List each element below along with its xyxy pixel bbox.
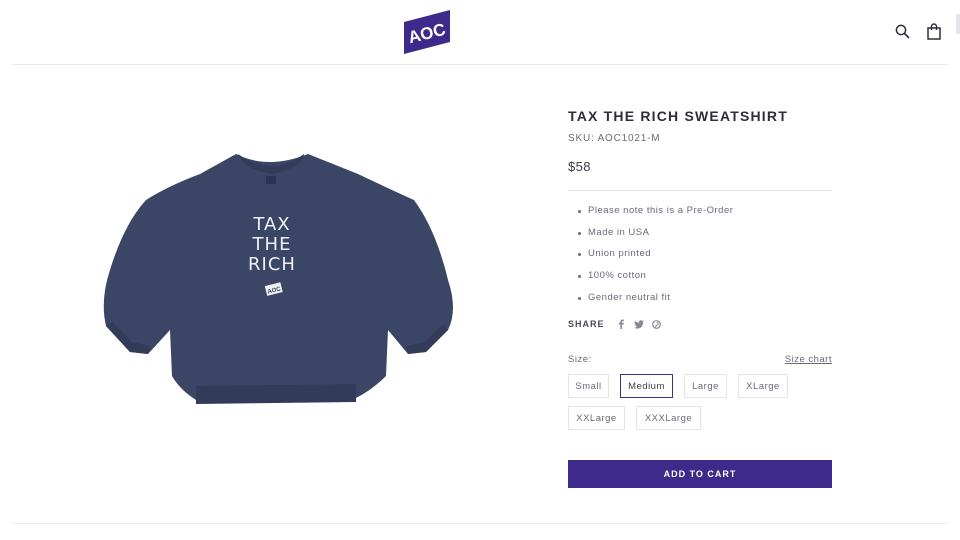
graphic-line: TAX — [252, 214, 290, 235]
add-to-cart-button[interactable]: ADD TO CART — [568, 460, 832, 488]
product-price: $58 — [568, 159, 591, 174]
bag-icon[interactable] — [926, 22, 942, 40]
size-option-xlarge[interactable]: XLarge — [738, 374, 788, 399]
graphic-line: THE — [252, 234, 292, 255]
size-chart-link[interactable]: Size chart — [785, 354, 832, 366]
feature-item: Gender neutral fit — [578, 292, 832, 314]
pinterest-icon[interactable] — [651, 318, 663, 330]
graphic-line: RICH — [248, 254, 296, 275]
size-row: Size: Size chart — [568, 354, 832, 366]
product-image: TAX THE RICH AOC — [103, 154, 453, 404]
share-row: SHARE — [568, 317, 832, 331]
info-divider — [568, 190, 832, 191]
size-option-large[interactable]: Large — [684, 374, 727, 399]
size-option-medium[interactable]: Medium — [620, 374, 673, 399]
footer-divider — [12, 523, 948, 524]
feature-item: Union printed — [578, 248, 832, 270]
feature-list: Please note this is a Pre-Order Made in … — [568, 205, 832, 313]
facebook-icon[interactable] — [615, 318, 627, 330]
aoc-logo[interactable]: AOC — [404, 10, 450, 54]
product-title: TAX THE RICH SWEATSHIRT — [568, 108, 788, 124]
site-header: AOC — [0, 0, 960, 64]
scrollbar[interactable] — [956, 14, 960, 34]
feature-item: Made in USA — [578, 227, 832, 249]
sweatshirt-illustration — [103, 154, 453, 404]
size-option-small[interactable]: Small — [568, 374, 609, 399]
size-option-xxxlarge[interactable]: XXXLarge — [636, 406, 701, 431]
search-icon[interactable] — [894, 22, 910, 40]
feature-item: 100% cotton — [578, 270, 832, 292]
size-option-xxlarge[interactable]: XXLarge — [568, 406, 625, 431]
feature-item: Please note this is a Pre-Order — [578, 205, 832, 227]
size-options: Small Medium Large XLarge XXLarge XXXLar… — [568, 374, 832, 431]
header-divider — [12, 64, 948, 65]
product-sku: SKU: AOC1021-M — [568, 133, 661, 144]
product-info: TAX THE RICH SWEATSHIRT SKU: AOC1021-M $… — [568, 108, 832, 431]
twitter-icon[interactable] — [633, 318, 645, 330]
size-label: Size: — [568, 354, 592, 366]
share-label: SHARE — [568, 319, 605, 330]
